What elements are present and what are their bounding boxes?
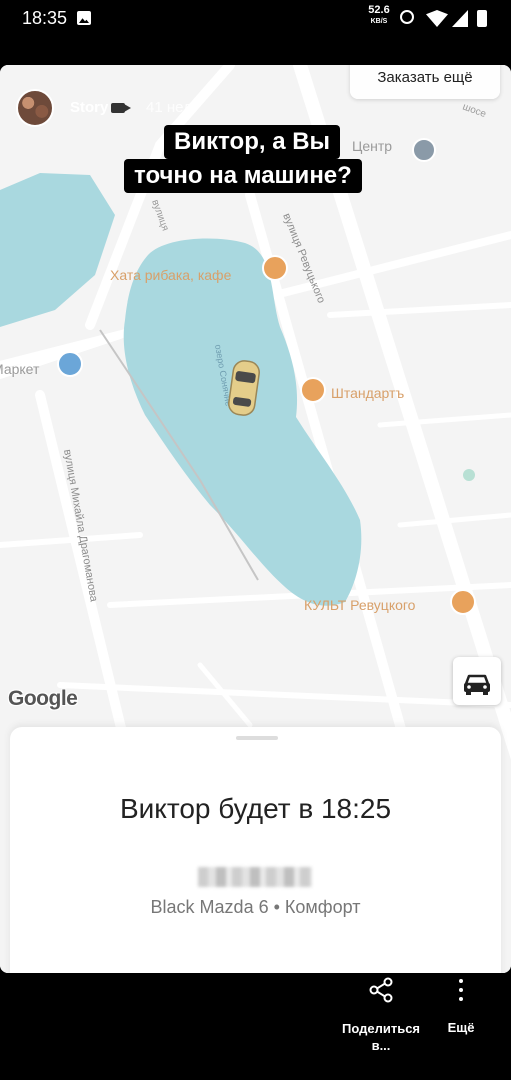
- restaurant-icon-khata: [262, 255, 288, 281]
- gallery-icon: [77, 11, 91, 25]
- battery-icon: [477, 10, 487, 27]
- signal-icon: [452, 10, 468, 27]
- bottom-bar: Поделиться в... Ещё: [0, 973, 511, 1080]
- video-camera-icon: [111, 103, 132, 113]
- status-bar: 18:35 52.6 KB/S: [0, 0, 511, 40]
- park-dot: [463, 469, 475, 481]
- story-time: 41 нед: [146, 99, 192, 116]
- label-kult: КУЛЬТ Ревуцкого: [304, 597, 416, 613]
- story-user[interactable]: Story: [70, 99, 132, 116]
- car-info: Black Mazda 6 • Комфорт: [150, 897, 361, 917]
- license-plate-blurred: [198, 867, 312, 887]
- alarm-icon: [400, 10, 414, 24]
- shop-icon: [57, 351, 83, 377]
- label-shtandart: Штандартъ: [331, 385, 404, 401]
- museum-icon: [412, 138, 436, 162]
- google-logo: Google: [8, 687, 78, 710]
- network-speed-unit: KB/S: [370, 18, 388, 25]
- more-button[interactable]: Ещё: [436, 973, 486, 1063]
- eta-text: Виктор будет в 18:25: [119, 793, 392, 824]
- network-speed: 52.6 KB/S: [366, 4, 392, 26]
- label-khata: Хата рибака, кафе: [110, 267, 232, 283]
- network-speed-value: 52.6: [368, 4, 390, 16]
- order-more-button[interactable]: Заказать ещё: [350, 65, 500, 99]
- share-icon: [369, 977, 393, 1003]
- label-center: Центр: [352, 138, 392, 154]
- avatar[interactable]: [16, 89, 54, 127]
- label-market: Маркет: [0, 361, 40, 377]
- share-label: Поделиться в...: [341, 1021, 421, 1053]
- status-time: 18:35: [22, 8, 68, 28]
- restaurant-icon-kult: [450, 589, 476, 615]
- more-vertical-icon: [458, 979, 464, 1003]
- caption-line-2: точно на машине?: [124, 159, 362, 193]
- story-user-name: Story: [70, 99, 109, 116]
- story-viewer[interactable]: шосе Центр Хата рибака, кафе вулиця Реву…: [0, 65, 511, 973]
- restaurant-icon-shtandart: [300, 377, 326, 403]
- more-label: Ещё: [447, 1020, 475, 1035]
- wifi-icon: [426, 10, 448, 27]
- sheet-handle[interactable]: [236, 736, 278, 740]
- trip-sheet[interactable]: Виктор будет в 18:25 Black Mazda 6 • Ком…: [10, 727, 501, 973]
- car-icon: [464, 674, 490, 695]
- caption-line-1: Виктор, а Вы: [164, 125, 341, 159]
- car-mode-button[interactable]: [453, 657, 501, 705]
- share-button[interactable]: Поделиться в...: [336, 973, 426, 1063]
